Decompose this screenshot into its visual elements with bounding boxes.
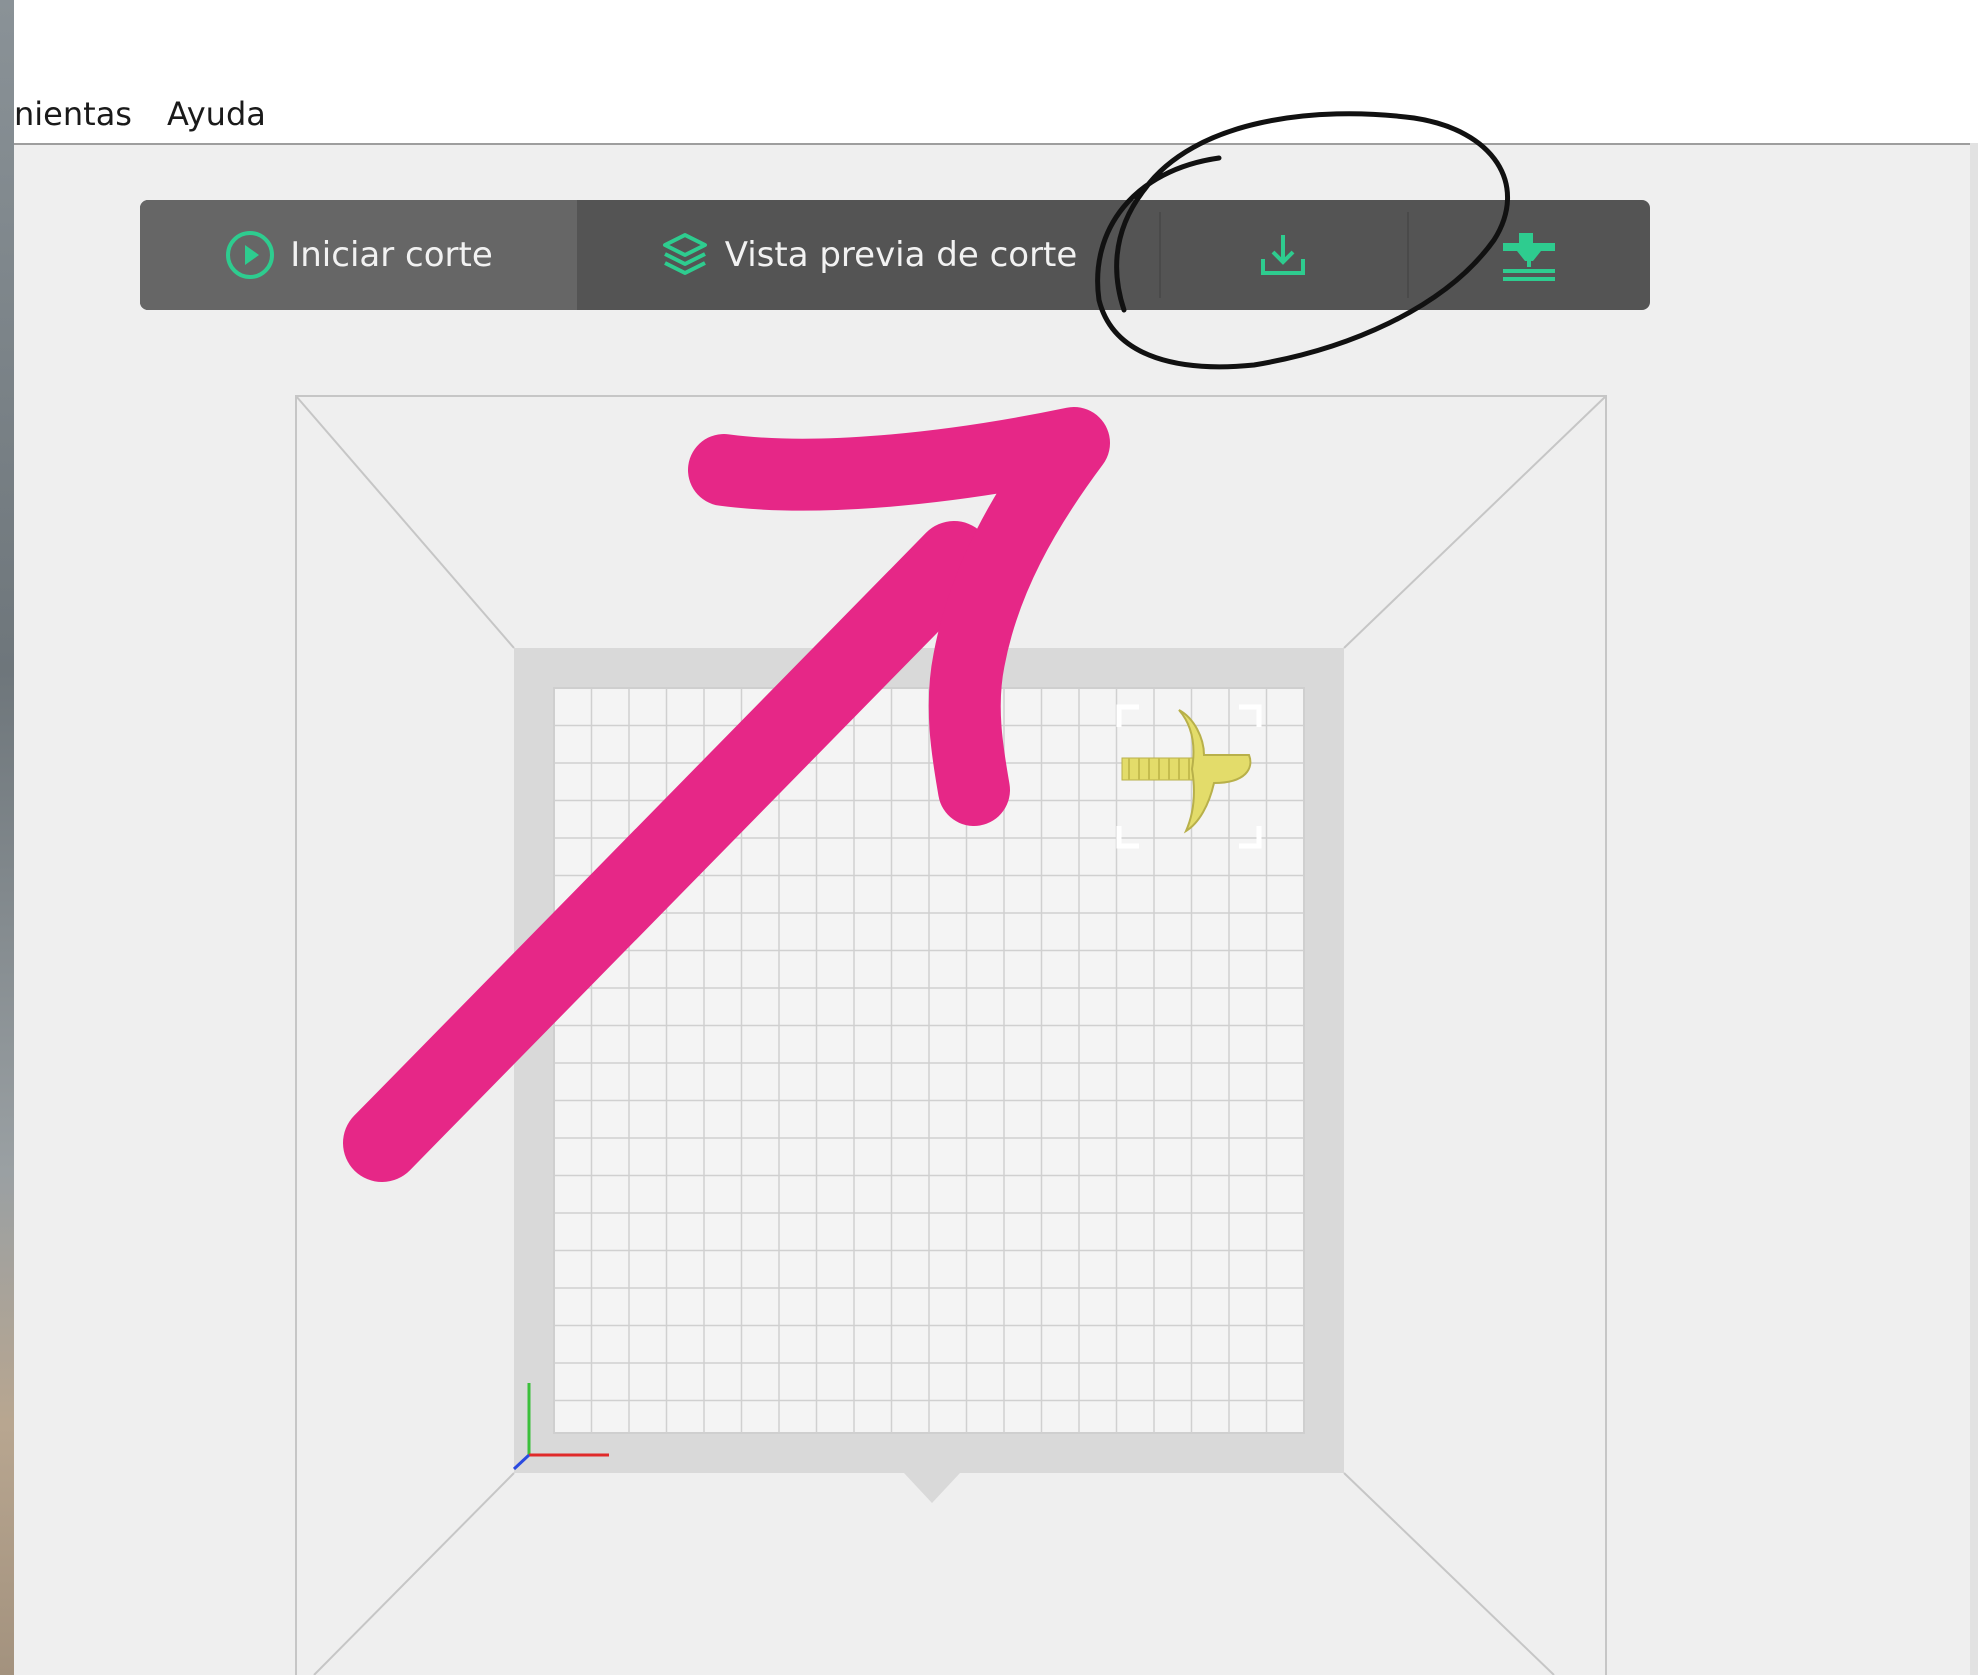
start-slice-label: Iniciar corte [290,235,493,275]
menu-item-help[interactable]: Ayuda [167,90,266,138]
window-right-edge [1970,143,1978,1675]
perspective-line [295,395,515,649]
3d-viewport[interactable] [14,143,1970,1675]
desktop-background [0,0,14,1675]
perspective-line [1343,395,1607,649]
print-device-button[interactable] [1407,200,1650,310]
play-circle-icon [226,231,275,279]
slice-preview-button[interactable]: Vista previa de corte [577,200,1159,310]
printer-nozzle-icon [1502,233,1555,281]
export-gcode-button[interactable] [1159,200,1407,310]
menu-bar: nientas Ayuda [14,88,1978,145]
bed-front-notch [904,1473,960,1503]
build-volume-scene [295,395,1607,1675]
menu-item-tools[interactable]: nientas [14,90,132,138]
bed-grid-lines [554,688,1304,1433]
perspective-line [313,1472,515,1675]
perspective-line [1343,1472,1555,1675]
app-window: nientas Ayuda Iniciar corte Vista previa… [14,0,1978,1675]
layers-icon [662,233,707,275]
title-bar [14,0,1978,88]
slice-preview-label: Vista previa de corte [724,235,1078,275]
slice-toolbar: Iniciar corte Vista previa de corte [140,200,1650,310]
download-icon [1261,235,1305,275]
start-slice-button[interactable]: Iniciar corte [140,200,577,310]
